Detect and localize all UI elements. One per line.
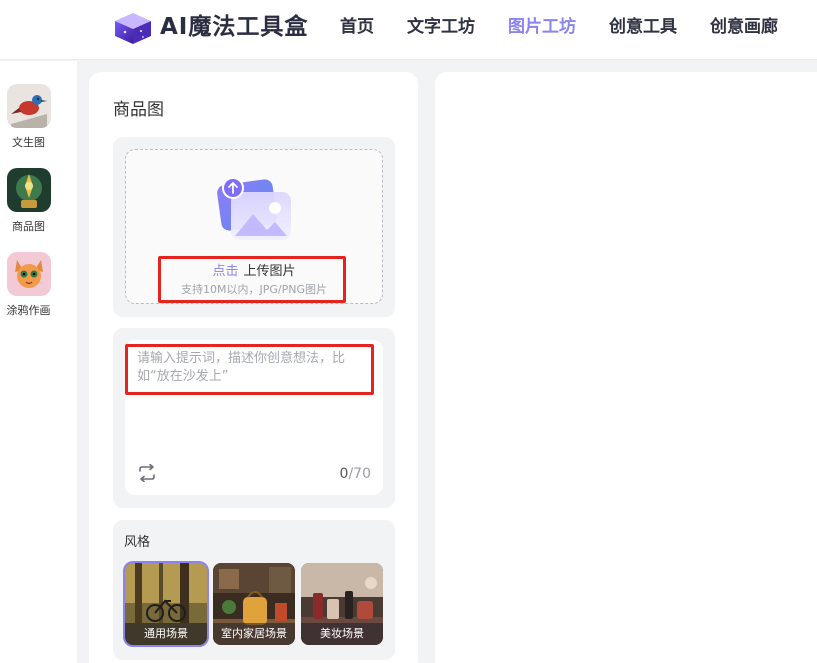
magic-box-logo-icon[interactable] xyxy=(113,11,153,45)
panel-title: 商品图 xyxy=(113,100,164,120)
nav-home[interactable]: 首页 xyxy=(340,15,374,39)
style-option-label: 美妆场景 xyxy=(301,623,383,645)
style-option-cosmetics[interactable]: 美妆场景 xyxy=(301,563,383,645)
nav-image-workshop[interactable]: 图片工坊 xyxy=(508,15,576,39)
sidebar-item-text-to-image[interactable]: 文生图 xyxy=(0,84,57,150)
nav-creative-gallery[interactable]: 创意画廊 xyxy=(710,15,778,39)
top-navigation-bar: AI魔法工具盒 首页 文字工坊 图片工坊 创意工具 创意画廊 xyxy=(0,0,817,60)
nav-text-workshop[interactable]: 文字工坊 xyxy=(407,15,475,39)
sidebar-item-label: 商品图 xyxy=(12,220,45,233)
style-options: 通用场景 室内家居场景 美妆场景 xyxy=(125,563,389,645)
nav-creative-tools[interactable]: 创意工具 xyxy=(609,15,677,39)
sidebar-item-label: 涂鸦作画 xyxy=(6,304,51,317)
style-option-indoor-home[interactable]: 室内家居场景 xyxy=(213,563,295,645)
style-option-general[interactable]: 通用场景 xyxy=(125,563,207,645)
bird-thumbnail-icon xyxy=(6,84,51,128)
style-card: 风格 通用场景 室内家居场景 美妆场景 xyxy=(113,520,395,660)
sidebar-item-label: 文生图 xyxy=(12,136,45,149)
product-thumbnail-icon xyxy=(6,168,51,212)
char-counter: 0/70 xyxy=(340,466,371,482)
swap-icon[interactable] xyxy=(137,464,157,482)
brand-title: AI魔法工具盒 xyxy=(160,14,309,40)
sidebar-item-doodle[interactable]: 涂鸦作画 xyxy=(0,252,57,318)
upload-highlight-box xyxy=(158,256,346,303)
sidebar-item-product-image[interactable]: 商品图 xyxy=(0,168,57,234)
upload-image-icon xyxy=(217,177,291,240)
style-title: 风格 xyxy=(124,535,151,550)
style-option-label: 室内家居场景 xyxy=(213,623,295,645)
prompt-highlight-box xyxy=(125,344,374,395)
tool-sidebar: 文生图 商品图 涂鸦作画 xyxy=(0,61,77,663)
char-max: /70 xyxy=(348,466,371,482)
main-nav: 首页 文字工坊 图片工坊 创意工具 创意画廊 xyxy=(340,15,811,39)
style-option-label: 通用场景 xyxy=(125,623,207,645)
cat-thumbnail-icon xyxy=(6,252,51,296)
result-preview-area xyxy=(435,72,817,663)
